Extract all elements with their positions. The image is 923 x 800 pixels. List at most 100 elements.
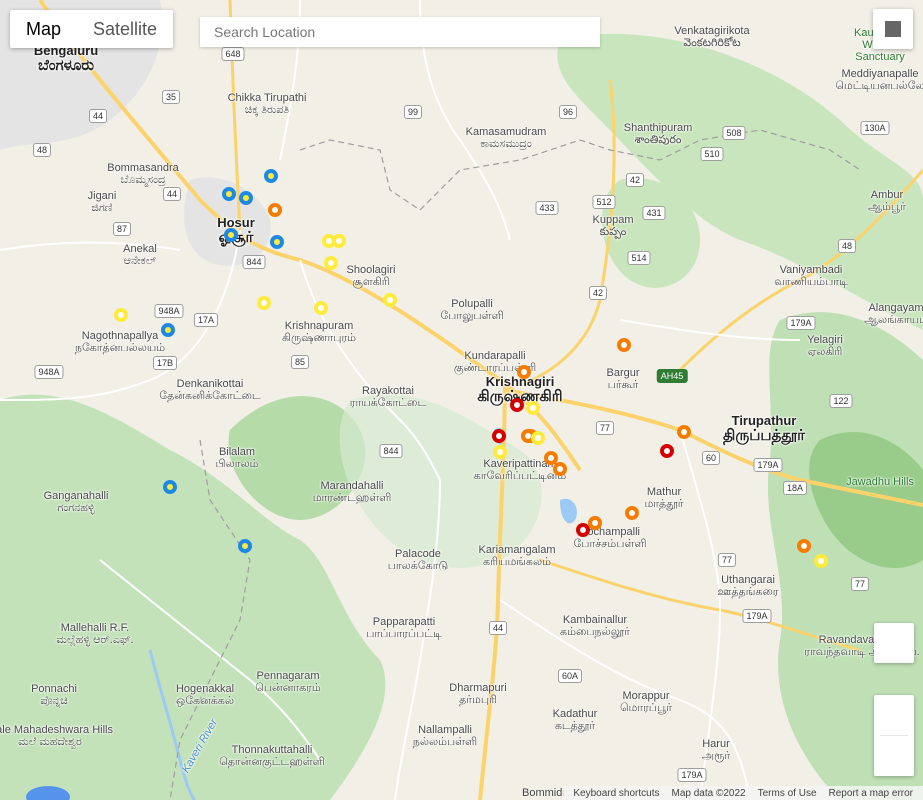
map-marker[interactable] [517, 365, 531, 379]
map-marker[interactable] [677, 425, 691, 439]
place-label: Denkanikottai தேன்கனிக்கோட்டை [159, 378, 261, 402]
map-marker[interactable] [268, 203, 282, 217]
place-label: Vaniyambadi வாணியம்பாடி [774, 264, 848, 288]
map-marker[interactable] [660, 444, 674, 458]
place-label: Ponnachi ಪೊನ್ನಚಿ [31, 683, 77, 707]
highway-shield: 948A [154, 304, 184, 318]
map-type-control: Map Satellite [10, 10, 174, 48]
map-marker[interactable] [257, 296, 271, 310]
highway-shield: 130A [860, 121, 890, 135]
place-label: Harur அரூர் [701, 738, 731, 762]
place-label: Papparapatti பாப்பாரப்பட்டி [366, 616, 442, 640]
tab-map[interactable]: Map [10, 10, 77, 48]
keyboard-shortcuts-link[interactable]: Keyboard shortcuts [567, 788, 665, 799]
map-marker[interactable] [114, 308, 128, 322]
park-label: Jawadhu Hills [846, 476, 914, 488]
map-marker[interactable] [163, 480, 177, 494]
zoom-out-button[interactable] [874, 736, 914, 776]
map-marker[interactable] [576, 523, 590, 537]
highway-shield: 17A [193, 313, 219, 327]
highway-shield: 35 [161, 90, 181, 104]
highway-shield: 60 [701, 451, 721, 465]
highway-shield: 77 [595, 421, 615, 435]
map-marker[interactable] [314, 301, 328, 315]
highway-shield: 433 [535, 201, 559, 215]
highway-shield: 508 [722, 126, 746, 140]
map-marker[interactable] [588, 516, 602, 530]
map-marker[interactable] [383, 293, 397, 307]
map-marker[interactable] [531, 431, 545, 445]
place-label: Hogenakkal ஒகேனக்கல் [175, 683, 235, 707]
search-location-input[interactable] [200, 17, 600, 47]
place-label: Dharmapuri தர்மபுரி [449, 682, 507, 706]
place-label: Kuppam కుప్పం [592, 214, 634, 238]
highway-shield: 431 [642, 206, 666, 220]
tab-satellite[interactable]: Satellite [77, 10, 173, 48]
map-canvas[interactable]: Bengaluru ಬೆಂಗಳೂರು Bommasandra ಬೊಮ್ಮಸಂದ್ರ … [0, 0, 923, 800]
map-marker[interactable] [224, 228, 238, 242]
highway-shield: 179A [753, 458, 783, 472]
highway-shield: 948A [34, 365, 64, 379]
map-marker[interactable] [625, 506, 639, 520]
place-label: Tirupathur திருப்பத்தூர் [723, 413, 805, 444]
map-marker[interactable] [510, 398, 524, 412]
highway-shield: 42 [625, 173, 645, 187]
attribution-bar: Keyboard shortcuts Map data ©2022 Terms … [563, 786, 923, 800]
fullscreen-button[interactable] [873, 9, 913, 49]
map-marker[interactable] [332, 234, 346, 248]
place-label: Anekal ಆನೇಕಲ್ [123, 243, 157, 267]
zoom-in-button[interactable] [874, 695, 914, 735]
place-label: Marandahalli மாரண்டஹள்ளி [312, 480, 392, 504]
place-label: Nagothnapallya நகோத்னபல்லயம் [74, 330, 166, 354]
map-marker[interactable] [264, 169, 278, 183]
highway-shield: 44 [488, 621, 508, 635]
street-view-button[interactable] [874, 623, 914, 663]
place-label: Kariamangalam கரியமங்கலம் [478, 544, 556, 568]
highway-shield: 844 [379, 444, 403, 458]
map-marker[interactable] [324, 256, 338, 270]
map-marker[interactable] [617, 338, 631, 352]
map-marker[interactable] [222, 187, 236, 201]
place-label: Mallehalli R.F. ಮಲ್ಲೆಹಳ್ಳಿ ಆರ್.ಎಫ್. [56, 622, 134, 646]
map-marker[interactable] [161, 323, 175, 337]
map-marker[interactable] [814, 554, 828, 568]
map-marker[interactable] [493, 445, 507, 459]
map-marker[interactable] [239, 191, 253, 205]
highway-shield: 44 [162, 187, 182, 201]
map-marker[interactable] [553, 462, 567, 476]
place-label: Alangayam ஆலங்காயம் [864, 302, 923, 326]
highway-shield: 99 [403, 105, 423, 119]
place-label: Meddiyanapalle மெட்டியனபல்லே [835, 68, 923, 92]
place-label: Yelagiri ஏலகிரி [807, 334, 843, 358]
place-label: Morappur மொரப்பூர் [619, 690, 673, 714]
highway-shield: 179A [786, 316, 816, 330]
highway-shield: 17B [152, 356, 178, 370]
highway-shield: 648 [221, 47, 245, 61]
terms-link[interactable]: Terms of Use [752, 788, 823, 799]
map-base [0, 0, 923, 800]
place-label: Rayakottai ராயக்கோட்டை [349, 385, 427, 409]
highway-shield: 85 [290, 355, 310, 369]
map-marker[interactable] [270, 235, 284, 249]
place-label: Pennagaram பென்னாகரம் [255, 670, 321, 694]
report-error-link[interactable]: Report a map error [823, 788, 919, 799]
map-marker[interactable] [492, 429, 506, 443]
highway-shield: 96 [558, 105, 578, 119]
place-label: Bargur பர்கூர் [606, 367, 640, 391]
highway-shield: 18A [782, 481, 808, 495]
place-label: Shanthipuram శాంతిపురం [623, 122, 693, 146]
place-label: Kamasamudram ಕಾಮಸಮುದ್ರಂ [465, 126, 547, 150]
highway-shield: 77 [717, 553, 737, 567]
place-label: Palacode பாலக்கோடு [387, 548, 449, 572]
place-label: Bommidi [522, 787, 565, 799]
highway-shield: 44 [88, 109, 108, 123]
place-label: Nallampalli நல்லம்பள்ளி [412, 724, 478, 748]
map-marker[interactable] [238, 539, 252, 553]
place-label: Chikka Tirupathi ಚಿಕ್ಕ ತಿರುಪತಿ [227, 92, 307, 116]
highway-shield: 514 [627, 251, 651, 265]
place-label: Venkatagirikota వెంకటగిరికోట [674, 25, 750, 49]
map-marker[interactable] [797, 539, 811, 553]
highway-shield: 179A [677, 768, 707, 782]
map-marker[interactable] [526, 401, 540, 415]
place-label: Jigani ಜಿಗಣಿ [87, 190, 117, 214]
